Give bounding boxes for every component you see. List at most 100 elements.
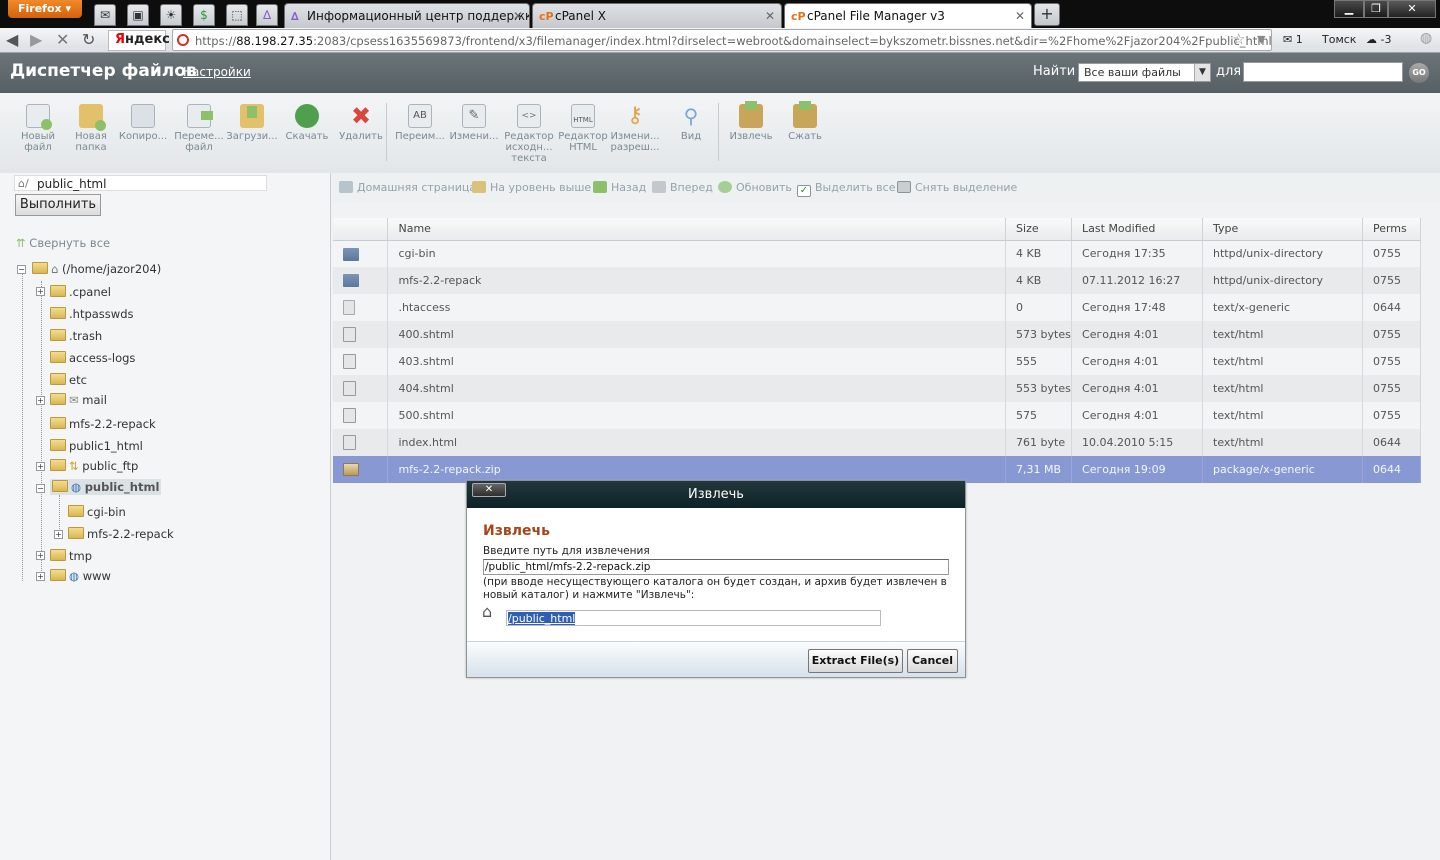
forward-button[interactable]: Вперед	[652, 181, 713, 194]
tree-collapse-toggle[interactable]: −	[17, 265, 26, 274]
upload-button[interactable]: Загрузи...	[225, 101, 279, 142]
tree-expand-toggle[interactable]: +	[36, 287, 45, 296]
minimize-button[interactable]: ▁	[1334, 0, 1364, 18]
unselect-all-button[interactable]: Снять выделение	[897, 181, 1017, 194]
edit-button[interactable]: ✎ Измени...	[447, 101, 501, 142]
pinned-tab-money-icon[interactable]: $	[193, 4, 215, 26]
weather-icon[interactable]: ☁ -3	[1366, 33, 1391, 46]
forward-arrow-icon[interactable]: ▶	[30, 30, 42, 49]
destination-path-input[interactable]: /public_html	[506, 610, 881, 626]
extract-button[interactable]: Извлечь	[724, 101, 778, 142]
tree-item-mfs-repack-sub[interactable]: mfs-2.2-repack	[68, 527, 174, 541]
column-header-perms[interactable]: Perms	[1362, 218, 1422, 241]
cancel-button[interactable]: Cancel	[907, 649, 958, 673]
reload-icon[interactable]: ↻	[82, 30, 95, 49]
close-window-button[interactable]: ✕	[1388, 0, 1436, 18]
firefox-menu-button[interactable]: Firefox ▾	[8, 0, 82, 18]
reload-button[interactable]: Обновить	[718, 181, 792, 194]
tree-item-www[interactable]: ◍ www	[50, 569, 111, 583]
new-folder-button[interactable]: Новая папка	[64, 101, 118, 153]
mail-icon[interactable]: ✉ 1	[1283, 33, 1303, 46]
go-path-button[interactable]: Выполнить	[15, 194, 101, 216]
dropdown-icon[interactable]: ▼	[1257, 33, 1265, 46]
site-identity-icon[interactable]	[177, 34, 189, 46]
compress-button[interactable]: Сжать	[778, 101, 832, 142]
copy-button[interactable]: Копиро...	[116, 101, 170, 142]
table-row[interactable]: 500.shtml 575 Сегодня 4:01 text/html 0755	[333, 402, 1422, 429]
table-row[interactable]: mfs-2.2-repack.zip 7,31 MB Сегодня 19:09 pa…	[333, 456, 1422, 483]
table-row[interactable]: 404.shtml 553 bytes Сегодня 4:01 text/html 0…	[333, 375, 1422, 402]
tree-expand-toggle[interactable]: +	[36, 572, 45, 581]
tree-item-mail[interactable]: ✉ mail	[50, 393, 107, 407]
path-input[interactable]: ⌂/public_html	[14, 175, 267, 191]
new-tab-button[interactable]: +	[1034, 3, 1060, 26]
pinned-tab-app-icon[interactable]: ∆	[256, 4, 278, 26]
table-row[interactable]: cgi-bin 4 KB Сегодня 17:35 httpd/unix-direc…	[333, 240, 1422, 267]
table-row[interactable]: 403.shtml 555 Сегодня 4:01 text/html 0755	[333, 348, 1422, 375]
new-file-button[interactable]: Новый файл	[11, 101, 65, 153]
tab-close-icon[interactable]: ✕	[765, 9, 775, 23]
up-level-button[interactable]: На уровень выше	[472, 181, 591, 194]
tree-item-public-ftp[interactable]: ⇅ public_ftp	[50, 459, 138, 473]
table-row[interactable]: .htaccess 0 Сегодня 17:48 text/x-generic 064…	[333, 294, 1422, 321]
select-all-button[interactable]: ✓ Выделить все	[797, 181, 895, 197]
tree-item-etc[interactable]: etc	[50, 373, 87, 387]
column-header-size[interactable]: Size	[1005, 218, 1073, 241]
pinned-tab-page-icon[interactable]: ⬚	[226, 4, 248, 26]
find-scope-select[interactable]: Все ваши файлы ▼	[1078, 63, 1211, 82]
tree-item-htpasswds[interactable]: .htpasswds	[50, 307, 133, 321]
delete-button[interactable]: ✖ Удалить	[334, 101, 388, 142]
view-button[interactable]: ⚲ Вид	[664, 101, 718, 142]
tab-file-manager[interactable]: cPcPanel File Manager v3 ✕	[784, 3, 1032, 28]
pinned-tab-mail-icon[interactable]: ✉	[94, 4, 116, 26]
home-page-button[interactable]: Домашняя страница	[339, 181, 476, 194]
tab-close-icon[interactable]: ✕	[513, 9, 523, 23]
code-editor-button[interactable]: <> Редактор исходн... текста	[502, 101, 556, 164]
tab-support-center[interactable]: ∆ Информационный центр поддержк... ✕	[284, 3, 530, 28]
collapse-all-link[interactable]: ⇈ Свернуть все	[16, 236, 110, 250]
tree-expand-toggle[interactable]: +	[54, 530, 63, 539]
rename-button[interactable]: AB Переим...	[393, 101, 447, 142]
pinned-tab-chat-icon[interactable]: ▣	[127, 4, 149, 26]
tab-close-icon[interactable]: ✕	[1015, 9, 1025, 23]
yandex-search-button[interactable]: Яндекс	[108, 30, 170, 51]
table-row[interactable]: index.html 761 byte 10.04.2010 5:15 text/ht…	[333, 429, 1422, 456]
tree-item-cpanel[interactable]: .cpanel	[50, 285, 111, 299]
stop-icon[interactable]: ✕	[56, 30, 69, 49]
extract-files-button[interactable]: Extract File(s)	[808, 649, 903, 673]
tree-item-cgi-bin[interactable]: cgi-bin	[68, 505, 126, 519]
tree-item-public1-html[interactable]: public1_html	[50, 439, 143, 453]
tree-item-public-html[interactable]: ◍ public_html	[50, 479, 162, 495]
tree-item-home[interactable]: ⌂ (/home/jazor204)	[32, 262, 161, 276]
tab-cpanel-x[interactable]: cPcPanel X ✕	[532, 3, 782, 28]
tree-item-access-logs[interactable]: access-logs	[50, 351, 135, 365]
tree-expand-toggle[interactable]: +	[36, 551, 45, 560]
column-header-modified[interactable]: Last Modified	[1071, 218, 1203, 241]
tree-item-tmp[interactable]: tmp	[50, 549, 92, 563]
dialog-close-button[interactable]: ✕	[472, 483, 506, 497]
tree-item-trash[interactable]: .trash	[50, 329, 102, 343]
html-editor-button[interactable]: HTML Редактор HTML	[556, 101, 610, 153]
globe-icon[interactable]: ◍	[1420, 30, 1432, 46]
table-row[interactable]: mfs-2.2-repack 4 KB 07.11.2012 16:27 httpd/…	[333, 267, 1422, 294]
find-input[interactable]	[1243, 62, 1403, 82]
permissions-button[interactable]: ⚷ Измени... разреш...	[608, 101, 662, 154]
column-header-name[interactable]: Name	[387, 218, 1007, 241]
tree-expand-toggle[interactable]: +	[36, 396, 45, 405]
move-button[interactable]: Переме... файл	[172, 101, 226, 153]
settings-link[interactable]: Настройки	[183, 65, 251, 79]
tree-expand-toggle[interactable]: +	[36, 462, 45, 471]
weather-city[interactable]: Томск	[1322, 33, 1356, 46]
tree-collapse-toggle[interactable]: −	[36, 484, 45, 493]
download-button[interactable]: Скачать	[280, 101, 334, 142]
go-button[interactable]: GO	[1409, 63, 1429, 83]
tree-item-mfs-repack[interactable]: mfs-2.2-repack	[50, 417, 156, 431]
pinned-tab-weather-icon[interactable]: ☀	[160, 4, 182, 26]
maximize-button[interactable]: ❐	[1364, 0, 1388, 18]
column-header-type[interactable]: Type	[1202, 218, 1363, 241]
back-arrow-icon[interactable]: ◀	[6, 30, 18, 49]
address-bar[interactable]: https://88.198.27.35:2083/cpsess16355698…	[172, 29, 1272, 51]
bookmark-star-icon[interactable]: ☆	[1232, 30, 1245, 48]
table-row[interactable]: 400.shtml 573 bytes Сегодня 4:01 text/html 0…	[333, 321, 1422, 348]
back-button[interactable]: Назад	[593, 181, 646, 194]
